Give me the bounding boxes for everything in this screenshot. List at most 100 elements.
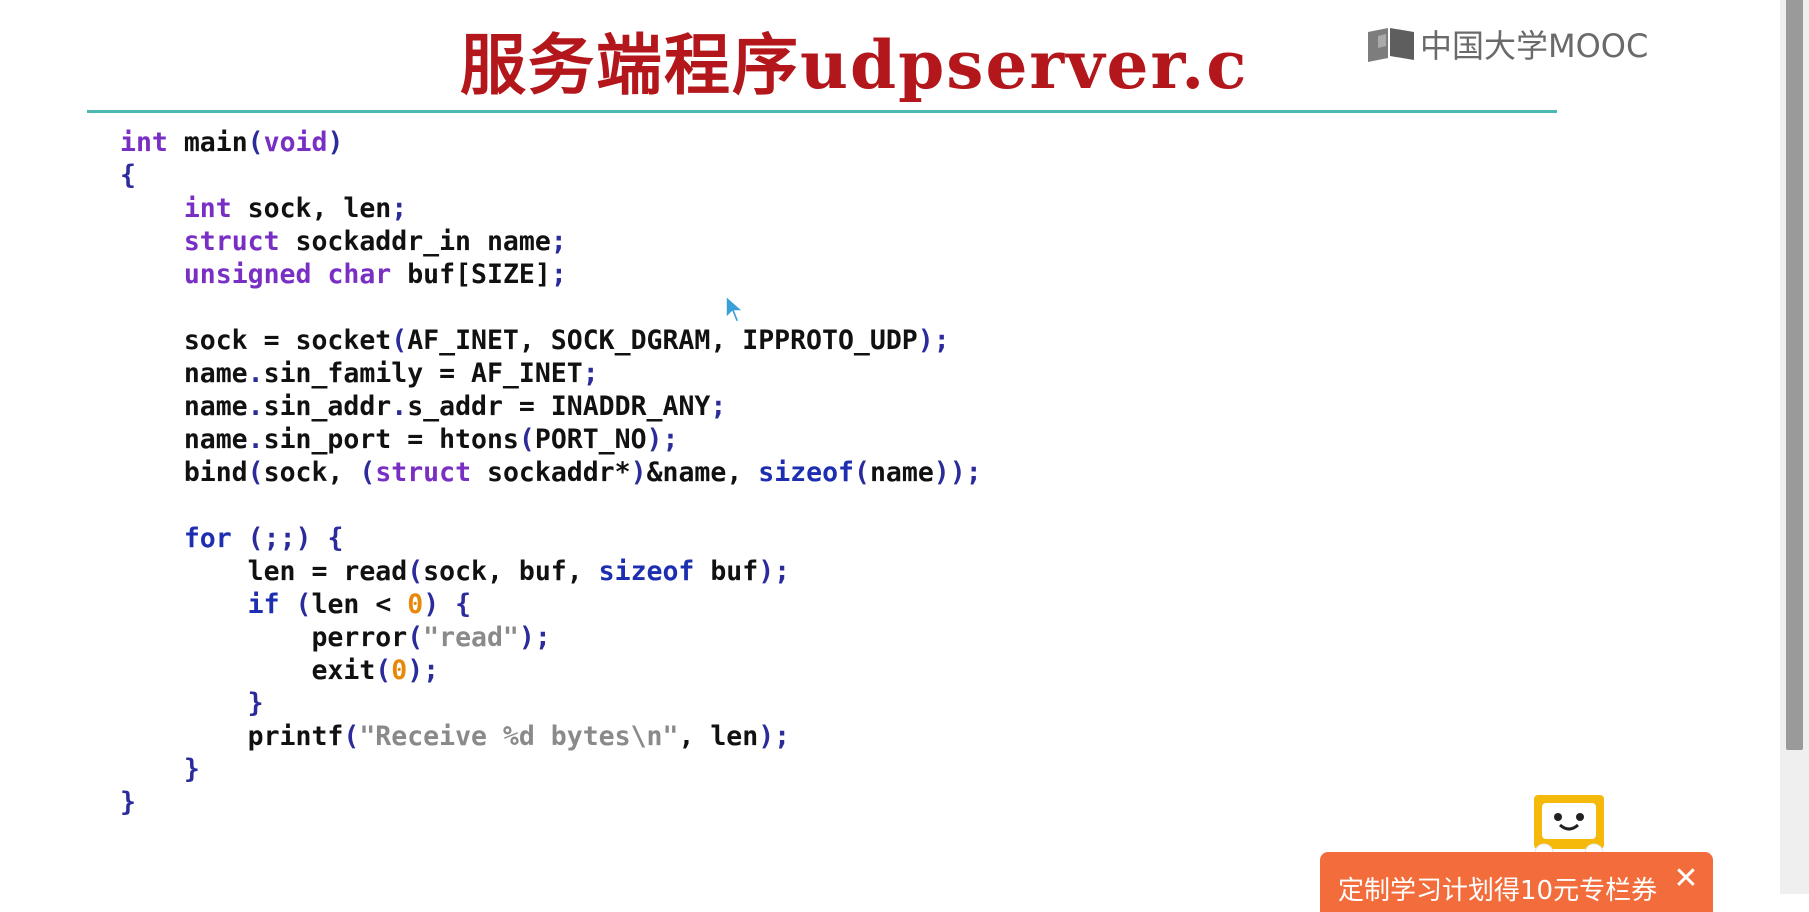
code-token: name <box>120 424 248 455</box>
slide-title: 服务端程序udpserver.c <box>460 26 1249 104</box>
scrollbar-thumb[interactable] <box>1786 0 1803 750</box>
code-token: } <box>183 754 200 785</box>
code-token: ( <box>375 655 392 686</box>
code-token: perror <box>120 622 408 653</box>
code-token: struct <box>375 457 472 488</box>
code-line: printf("Receive %d bytes\n", len); <box>120 720 982 753</box>
code-token: sin_family = AF_INET <box>263 358 583 389</box>
code-token: } <box>247 688 264 719</box>
code-token: 0 <box>407 589 424 620</box>
code-token: ) <box>630 457 647 488</box>
code-token: sizeof <box>758 457 854 488</box>
code-token: sock, <box>263 457 360 488</box>
code-token: sin_addr <box>263 391 392 422</box>
code-token: &name, <box>646 457 759 488</box>
code-token: "read" <box>423 622 519 653</box>
slide: 服务端程序udpserver.c 中国大学MOOC int main(void)… <box>0 0 1780 894</box>
code-line: struct sockaddr_in name; <box>120 225 982 258</box>
code-token: printf <box>120 721 344 752</box>
code-token: bind <box>120 457 248 488</box>
code-token: ( <box>853 457 870 488</box>
code-token: ( <box>407 622 424 653</box>
promo-banner[interactable]: 定制学习计划得10元专栏券 ✕ <box>1320 852 1713 912</box>
code-token: )); <box>933 457 982 488</box>
code-token: ( <box>295 589 312 620</box>
code-token: ( <box>518 424 535 455</box>
vertical-scrollbar[interactable] <box>1780 0 1809 894</box>
code-token: . <box>247 358 264 389</box>
mooc-book-icon <box>1368 28 1414 62</box>
code-token: int <box>120 127 168 158</box>
code-token: ) <box>423 589 440 620</box>
code-token: AF_INET, SOCK_DGRAM, IPPROTO_UDP <box>407 325 918 356</box>
code-block: int main(void){ int sock, len; struct so… <box>120 126 982 819</box>
code-line: sock = socket(AF_INET, SOCK_DGRAM, IPPRO… <box>120 324 982 357</box>
code-token: ( <box>247 457 264 488</box>
code-line: name.sin_port = htons(PORT_NO); <box>120 423 982 456</box>
close-icon[interactable]: ✕ <box>1671 864 1701 894</box>
mooc-logo-text: 中国大学MOOC <box>1420 27 1649 65</box>
code-token: ( <box>247 127 264 158</box>
code-token: unsigned <box>183 259 312 290</box>
code-token: main <box>167 127 248 158</box>
code-token: ); <box>758 721 791 752</box>
code-token: "Receive %d bytes\n" <box>359 721 679 752</box>
code-token: sock = socket <box>120 325 392 356</box>
code-token: char <box>327 259 392 290</box>
code-token: ; <box>710 391 727 422</box>
code-token: len < <box>311 589 408 620</box>
promo-text[interactable]: 定制学习计划得10元专栏券 <box>1338 870 1657 907</box>
code-line: unsigned char buf[SIZE]; <box>120 258 982 291</box>
code-token: sockaddr* <box>471 457 631 488</box>
code-token: ( <box>359 457 376 488</box>
code-token: . <box>391 391 408 422</box>
code-token: if <box>247 589 280 620</box>
code-line: int sock, len; <box>120 192 982 225</box>
code-token: . <box>247 424 264 455</box>
code-token: ); <box>518 622 551 653</box>
code-line: exit(0); <box>120 654 982 687</box>
code-token: ( <box>391 325 408 356</box>
code-token: name <box>120 391 248 422</box>
code-line: for (;;) { <box>120 522 982 555</box>
code-token: buf[SIZE] <box>391 259 551 290</box>
code-token: sock, buf, <box>423 556 599 587</box>
code-token: ; <box>550 226 567 257</box>
code-line: len = read(sock, buf, sizeof buf); <box>120 555 982 588</box>
code-line: name.sin_family = AF_INET; <box>120 357 982 390</box>
code-token: exit <box>120 655 376 686</box>
code-token: void <box>263 127 328 158</box>
code-token: ; <box>550 259 567 290</box>
code-token: { <box>455 589 472 620</box>
code-token: ; <box>582 358 599 389</box>
code-token: (;;) <box>247 523 312 554</box>
code-token: int <box>183 193 232 224</box>
code-line: } <box>120 687 982 720</box>
code-token: sizeof <box>598 556 695 587</box>
code-token: len = read <box>120 556 408 587</box>
code-line: } <box>120 753 982 786</box>
title-divider <box>87 110 1557 113</box>
code-token: sin_port = htons <box>263 424 519 455</box>
code-token: ; <box>391 193 408 224</box>
code-token: } <box>120 787 136 818</box>
code-token: . <box>247 391 264 422</box>
code-token: sock, len <box>231 193 392 224</box>
code-token: buf <box>694 556 759 587</box>
mouse-cursor-icon <box>725 294 745 323</box>
code-token: { <box>327 523 344 554</box>
